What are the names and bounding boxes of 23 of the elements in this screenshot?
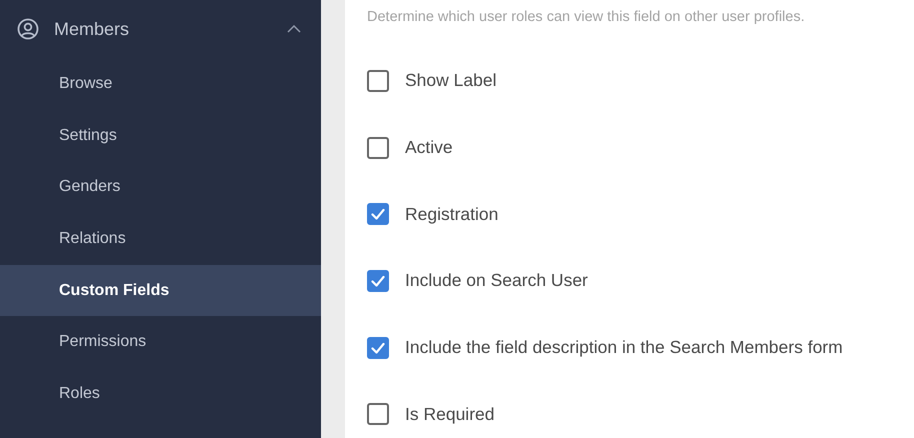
user-icon [17,18,39,40]
sidebar-item[interactable]: Browse [0,58,321,110]
sidebar-item[interactable]: Permissions [0,316,321,368]
checkbox[interactable] [367,136,389,159]
checkbox-label: Is Required [405,404,494,425]
sidebar-item[interactable]: Genders [0,161,321,214]
sidebar-item[interactable]: Relations [0,213,321,265]
checkbox[interactable] [367,70,389,92]
checkbox[interactable] [367,270,389,292]
checkbox-label: Include on Search User [405,270,588,292]
sidebar-item[interactable]: Custom Fields [0,264,321,316]
checkbox-label: Show Label [405,70,496,92]
checkbox-label: Registration [405,204,498,225]
checkbox[interactable] [367,203,389,226]
checkbox[interactable] [367,403,389,426]
members-section-header[interactable]: Members [0,0,321,58]
sidebar-item[interactable]: Roles [0,368,321,420]
chevron-icon [287,25,301,33]
checkbox[interactable] [367,336,389,359]
checkbox-label: Include the field description in the Search Members form [405,337,843,358]
checkbox-label: Active [405,137,453,158]
description-text: Determine which user roles can view this field on other user profiles. [367,9,806,25]
sidebar-item[interactable]: Settings [0,110,321,162]
